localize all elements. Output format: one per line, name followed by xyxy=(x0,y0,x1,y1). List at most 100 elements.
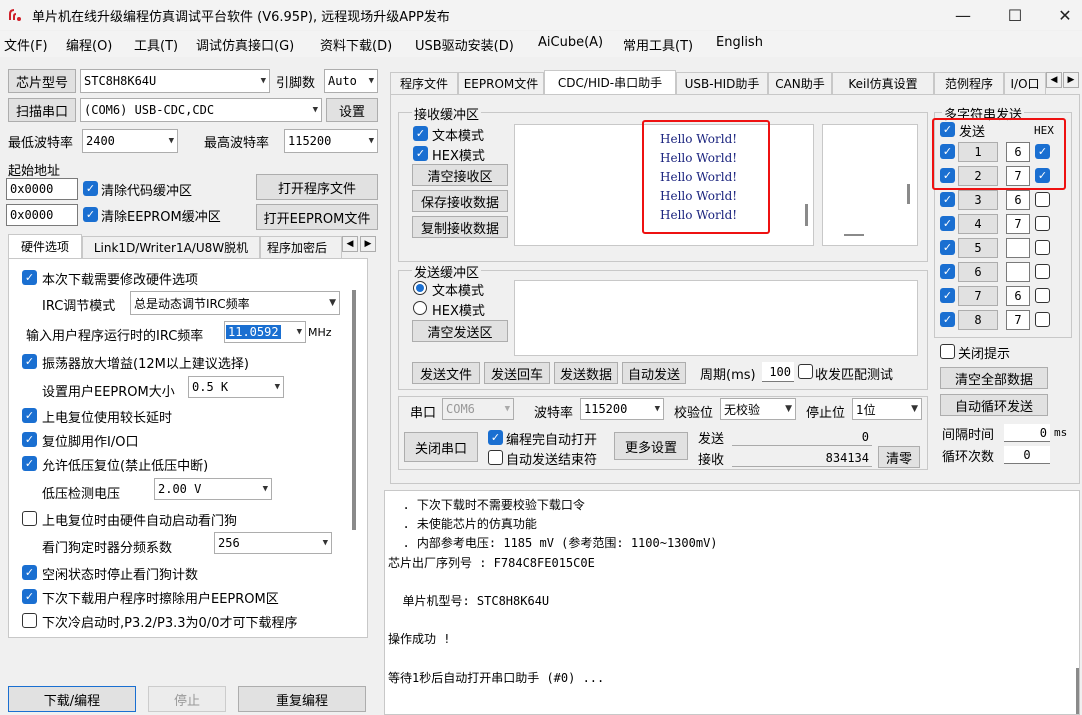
multi-row-value-input[interactable]: 6 xyxy=(1006,286,1030,306)
multi-row-send-checkbox[interactable]: ✓ xyxy=(940,288,955,303)
send-cr-button[interactable]: 发送回车 xyxy=(484,362,550,384)
tab-keil-sim[interactable]: Keil仿真设置 xyxy=(832,72,934,94)
tab-scroll-left-icon[interactable]: ◀ xyxy=(1046,72,1062,88)
eeprom-start-address-input[interactable]: 0x0000 xyxy=(6,204,78,226)
tab-hardware-options[interactable]: 硬件选项 xyxy=(8,234,82,258)
p32p33-checkbox[interactable]: ✓ xyxy=(22,613,37,628)
long-reset-checkbox[interactable]: ✓ xyxy=(22,408,37,423)
multi-row-send-checkbox[interactable]: ✓ xyxy=(940,240,955,255)
multi-row-send-button[interactable]: 4 xyxy=(958,214,998,234)
multi-row-send-button[interactable]: 7 xyxy=(958,286,998,306)
osc-gain-checkbox[interactable]: ✓ xyxy=(22,354,37,369)
multi-row-hex-checkbox[interactable]: ✓ xyxy=(1035,264,1050,279)
close-hint-checkbox[interactable]: ✓ xyxy=(940,344,955,359)
chip-model-button[interactable]: 芯片型号 xyxy=(8,69,76,93)
reprogram-button[interactable]: 重复编程 xyxy=(238,686,366,712)
wdt-auto-checkbox[interactable]: ✓ xyxy=(22,511,37,526)
tab-link1d-writer[interactable]: Link1D/Writer1A/U8W脱机 xyxy=(82,236,260,258)
match-test-checkbox[interactable]: ✓ xyxy=(798,364,813,379)
wdt-div-select[interactable]: 256 ▼ xyxy=(214,532,332,554)
multi-row-hex-checkbox[interactable]: ✓ xyxy=(1035,192,1050,207)
tab-scroll-right-icon[interactable]: ▶ xyxy=(360,236,376,252)
send-file-button[interactable]: 发送文件 xyxy=(412,362,480,384)
save-receive-button[interactable]: 保存接收数据 xyxy=(412,190,508,212)
baud-select[interactable]: 115200 ▼ xyxy=(580,398,664,420)
tab-examples[interactable]: 范例程序 xyxy=(934,72,1004,94)
menu-program[interactable]: 编程(O) xyxy=(66,35,112,54)
send-text-area[interactable] xyxy=(514,280,918,356)
recv-hex-mode-checkbox[interactable]: ✓ xyxy=(413,146,428,161)
period-input[interactable]: 100 xyxy=(762,362,794,382)
auto-end-checkbox[interactable]: ✓ xyxy=(488,450,503,465)
multi-row-hex-checkbox[interactable]: ✓ xyxy=(1035,312,1050,327)
auto-loop-send-button[interactable]: 自动循环发送 xyxy=(940,394,1048,416)
menu-file[interactable]: 文件(F) xyxy=(4,35,48,54)
multi-row-hex-checkbox[interactable]: ✓ xyxy=(1035,288,1050,303)
serial-port-select[interactable]: COM6 ▼ xyxy=(442,398,514,420)
receive-hex-area[interactable] xyxy=(822,124,918,246)
min-baud-select[interactable]: 2400 ▼ xyxy=(82,129,178,153)
tab-scroll-left-icon[interactable]: ◀ xyxy=(342,236,358,252)
lvr-checkbox[interactable]: ✓ xyxy=(22,456,37,471)
clear-all-button[interactable]: 清空全部数据 xyxy=(940,367,1048,389)
menu-english[interactable]: English xyxy=(716,35,763,50)
options-scrollbar[interactable] xyxy=(352,290,356,530)
menu-debug-interface[interactable]: 调试仿真接口(G) xyxy=(196,35,294,54)
scan-port-button[interactable]: 扫描串口 xyxy=(8,98,76,122)
multi-row-send-checkbox[interactable]: ✓ xyxy=(940,192,955,207)
recv-text-mode-checkbox[interactable]: ✓ xyxy=(413,126,428,141)
send-hex-mode-radio[interactable] xyxy=(413,301,427,315)
auto-send-button[interactable]: 自动发送 xyxy=(622,362,686,384)
code-start-address-input[interactable]: 0x0000 xyxy=(6,178,78,200)
minimize-button[interactable]: — xyxy=(938,0,988,30)
interval-input[interactable]: 0 xyxy=(1004,424,1050,442)
open-program-file-button[interactable]: 打开程序文件 xyxy=(256,174,378,200)
send-data-button[interactable]: 发送数据 xyxy=(554,362,618,384)
multi-row-hex-checkbox[interactable]: ✓ xyxy=(1035,216,1050,231)
idle-wdt-checkbox[interactable]: ✓ xyxy=(22,565,37,580)
receive-hex-scrollbar[interactable] xyxy=(907,184,910,204)
close-port-button[interactable]: 关闭串口 xyxy=(404,432,478,462)
irc-freq-select[interactable]: 11.0592 ▼ xyxy=(224,321,306,343)
parity-select[interactable]: 无校验 ▼ xyxy=(720,398,796,420)
multi-row-hex-checkbox[interactable]: ✓ xyxy=(1035,240,1050,255)
log-scrollbar[interactable] xyxy=(1076,668,1079,714)
close-button[interactable]: ✕ xyxy=(1040,0,1082,30)
open-eeprom-file-button[interactable]: 打开EEPROM文件 xyxy=(256,204,378,230)
maximize-button[interactable]: ☐ xyxy=(990,0,1040,30)
lv-voltage-select[interactable]: 2.00 V ▼ xyxy=(154,478,272,500)
clear-eeprom-checkbox[interactable]: ✓ xyxy=(83,207,98,222)
chip-model-select[interactable]: STC8H8K64U ▼ xyxy=(80,69,270,93)
auto-open-checkbox[interactable]: ✓ xyxy=(488,430,503,445)
multi-row-send-button[interactable]: 8 xyxy=(958,310,998,330)
multi-row-send-checkbox[interactable]: ✓ xyxy=(940,312,955,327)
multi-row-send-checkbox[interactable]: ✓ xyxy=(940,264,955,279)
stopbits-select[interactable]: 1位 ▼ xyxy=(852,398,922,420)
tab-eeprom-file[interactable]: EEPROM文件 xyxy=(458,72,544,94)
tab-cdc-hid-serial[interactable]: CDC/HID-串口助手 xyxy=(544,70,676,94)
multi-row-send-button[interactable]: 3 xyxy=(958,190,998,210)
multi-row-value-input[interactable]: 6 xyxy=(1006,190,1030,210)
port-select[interactable]: (COM6) USB-CDC,CDC ▼ xyxy=(80,98,322,122)
loop-count-input[interactable]: 0 xyxy=(1004,446,1050,464)
multi-row-value-input[interactable] xyxy=(1006,262,1030,282)
multi-row-send-checkbox[interactable]: ✓ xyxy=(940,216,955,231)
tab-program-encryption[interactable]: 程序加密后 xyxy=(260,236,342,258)
multi-row-send-button[interactable]: 5 xyxy=(958,238,998,258)
clear-code-checkbox[interactable]: ✓ xyxy=(83,181,98,196)
eeprom-size-select[interactable]: 0.5 K ▼ xyxy=(188,376,284,398)
tab-scroll-right-icon[interactable]: ▶ xyxy=(1063,72,1079,88)
download-program-button[interactable]: 下载/编程 xyxy=(8,686,136,712)
stop-button[interactable]: 停止 xyxy=(148,686,226,712)
clear-count-button[interactable]: 清零 xyxy=(878,446,920,468)
modify-hw-checkbox[interactable]: ✓ xyxy=(22,270,37,285)
irc-mode-select[interactable]: 总是动态调节IRC频率 ▼ xyxy=(130,291,340,315)
max-baud-select[interactable]: 115200 ▼ xyxy=(284,129,378,153)
erase-eeprom-checkbox[interactable]: ✓ xyxy=(22,589,37,604)
tab-program-file[interactable]: 程序文件 xyxy=(390,72,458,94)
menu-aicube[interactable]: AiCube(A) xyxy=(538,35,603,50)
multi-row-value-input[interactable] xyxy=(1006,238,1030,258)
multi-row-value-input[interactable]: 7 xyxy=(1006,214,1030,234)
copy-receive-button[interactable]: 复制接收数据 xyxy=(412,216,508,238)
more-settings-button[interactable]: 更多设置 xyxy=(614,432,688,460)
